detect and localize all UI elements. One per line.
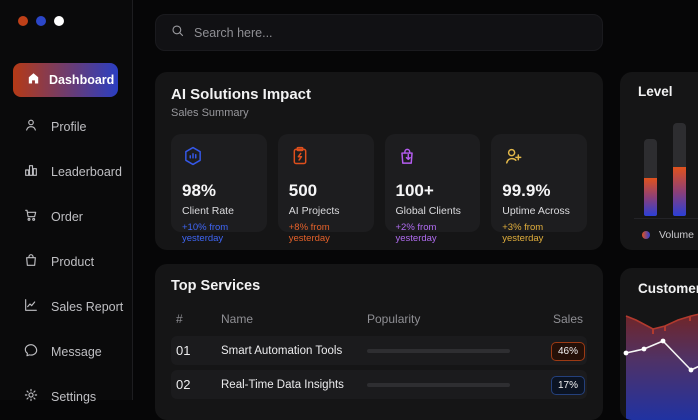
legend-dot-icon (642, 231, 650, 239)
search-bar[interactable] (155, 14, 603, 51)
sales-report-icon (23, 297, 39, 316)
stat-value: 500 (289, 181, 363, 201)
bag-icon (23, 252, 39, 271)
sales-badge: 46% (551, 342, 585, 361)
row-num: 01 (171, 343, 221, 358)
panel-title: AI Solutions Impact (171, 86, 587, 103)
chart-baseline (634, 218, 698, 219)
column-sales: Sales (527, 312, 587, 326)
level-bar-volume (644, 178, 657, 216)
top-services-panel: Top Services # Name Popularity Sales 01 … (155, 264, 603, 420)
sidebar-item-label: Product (51, 255, 94, 269)
sidebar-item-order[interactable]: Order (0, 194, 133, 239)
sidebar: Dashboard Profile Leaderboard Order Prod… (0, 0, 133, 400)
table-row[interactable]: 02 Real-Time Data Insights 17% (171, 370, 587, 399)
table-header: # Name Popularity Sales (171, 307, 587, 331)
sidebar-item-leaderboard[interactable]: Leaderboard (0, 149, 133, 194)
legend-volume: Volume (642, 229, 694, 241)
stat-label: Client Rate (182, 205, 256, 217)
stat-delta: +10% from yesterday (182, 222, 256, 244)
legend-label: Volume (659, 229, 694, 241)
stat-delta: +2% from yesterday (396, 222, 470, 244)
stat-label: Global Clients (396, 205, 470, 217)
stat-card-global-clients: 100+ Global Clients +2% from yesterday (385, 134, 481, 232)
hexagon-bars-icon (182, 154, 204, 171)
sidebar-item-dashboard[interactable]: Dashboard (13, 63, 118, 97)
popularity-bar (367, 383, 510, 387)
panel-title: Customer Fulfillment (638, 281, 698, 296)
stat-label: Uptime Across (502, 205, 576, 217)
panel-title: Top Services (171, 278, 587, 294)
sidebar-item-profile[interactable]: Profile (0, 104, 133, 149)
column-num: # (171, 312, 221, 326)
stat-delta: +3% from yesterday (502, 222, 576, 244)
clipboard-bolt-icon (289, 154, 311, 171)
level-bar-chart (620, 72, 698, 250)
stat-card-client-rate: 98% Client Rate +10% from yesterday (171, 134, 267, 232)
sales-cell: 46% (527, 341, 587, 361)
column-name: Name (221, 312, 367, 326)
panel-subtitle: Sales Summary (171, 107, 587, 119)
user-icon (23, 117, 39, 136)
stat-cards: 98% Client Rate +10% from yesterday 500 … (171, 134, 587, 232)
sidebar-item-label: Sales Report (51, 300, 123, 314)
stat-delta: +8% from yesterday (289, 222, 363, 244)
window-dot-white[interactable] (54, 16, 64, 26)
user-plus-icon (502, 154, 524, 171)
window-dot-red[interactable] (18, 16, 28, 26)
sidebar-item-label: Order (51, 210, 83, 224)
sidebar-item-label: Dashboard (49, 73, 114, 87)
stat-label: AI Projects (289, 205, 363, 217)
message-icon (23, 342, 39, 361)
table-row[interactable]: 01 Smart Automation Tools 46% (171, 336, 587, 365)
row-name: Smart Automation Tools (221, 345, 367, 357)
stat-card-uptime: 99.9% Uptime Across +3% from yesterday (491, 134, 587, 232)
stat-card-ai-projects: 500 AI Projects +8% from yesterday (278, 134, 374, 232)
sidebar-item-sales-report[interactable]: Sales Report (0, 284, 133, 329)
gear-icon (23, 387, 39, 406)
level-bar (673, 123, 686, 216)
sidebar-item-message[interactable]: Message (0, 329, 133, 374)
level-bar-volume (673, 167, 686, 216)
stat-value: 99.9% (502, 181, 576, 201)
stat-value: 98% (182, 181, 256, 201)
ai-solutions-impact-panel: AI Solutions Impact Sales Summary 98% Cl… (155, 72, 603, 250)
row-num: 02 (171, 377, 221, 392)
customer-fulfillment-panel: Customer Fulfillment (620, 268, 698, 420)
sidebar-item-label: Profile (51, 120, 86, 134)
sales-badge: 17% (551, 376, 585, 395)
window-dot-blue[interactable] (36, 16, 46, 26)
popularity-bar (367, 349, 510, 353)
cart-icon (23, 207, 39, 226)
stat-value: 100+ (396, 181, 470, 201)
sidebar-item-label: Leaderboard (51, 165, 122, 179)
row-name: Real-Time Data Insights (221, 379, 367, 391)
window-controls (18, 16, 64, 26)
home-icon (26, 71, 41, 89)
level-panel: Level Volume (620, 72, 698, 250)
search-icon (170, 23, 185, 43)
sidebar-item-settings[interactable]: Settings (0, 374, 133, 419)
column-popularity: Popularity (367, 312, 527, 326)
search-input[interactable] (194, 26, 588, 40)
level-bar (644, 139, 657, 216)
bag-download-icon (396, 154, 418, 171)
sidebar-nav: Profile Leaderboard Order Product Sales … (0, 104, 133, 419)
sidebar-item-label: Message (51, 345, 102, 359)
sidebar-item-label: Settings (51, 390, 96, 404)
sales-cell: 17% (527, 375, 587, 395)
sidebar-item-product[interactable]: Product (0, 239, 133, 284)
leaderboard-icon (23, 162, 39, 181)
